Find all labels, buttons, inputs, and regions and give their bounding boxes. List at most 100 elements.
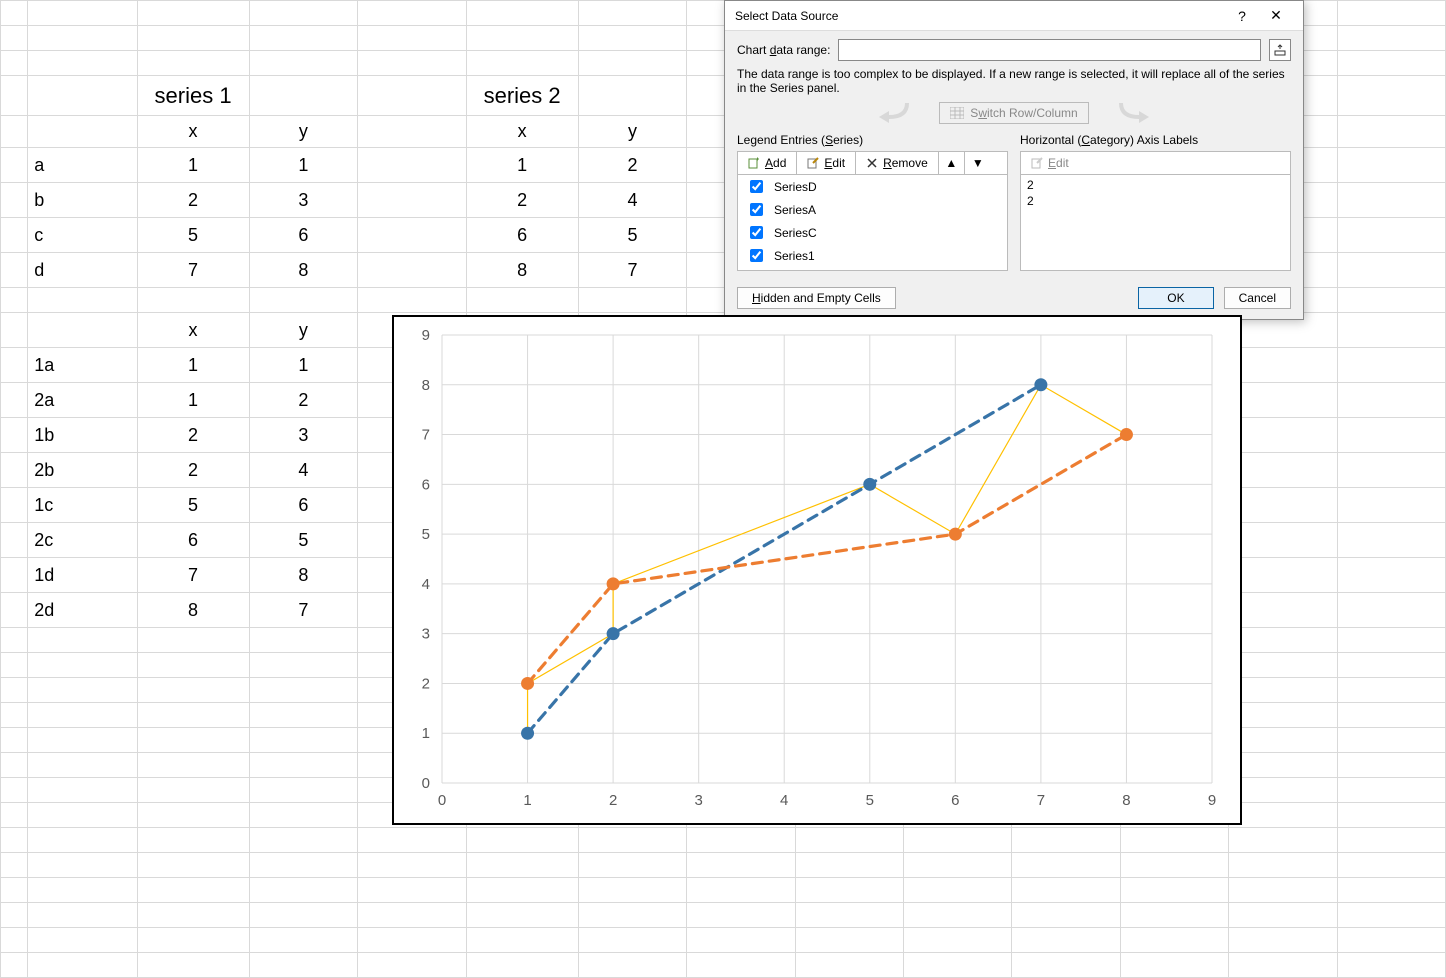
cell[interactable] bbox=[1120, 953, 1228, 978]
cell[interactable] bbox=[1, 51, 28, 76]
cell[interactable] bbox=[28, 728, 137, 753]
cell[interactable] bbox=[1, 1, 28, 26]
cell[interactable] bbox=[1229, 703, 1337, 728]
add-series-button[interactable]: Add bbox=[738, 152, 797, 174]
cell[interactable] bbox=[1229, 678, 1337, 703]
cell[interactable] bbox=[249, 753, 358, 778]
cell[interactable] bbox=[795, 953, 903, 978]
cell[interactable] bbox=[137, 753, 249, 778]
cell[interactable] bbox=[249, 703, 358, 728]
cell[interactable] bbox=[28, 878, 137, 903]
series-item[interactable]: SeriesA bbox=[738, 198, 1007, 221]
cell[interactable] bbox=[358, 51, 466, 76]
cell[interactable] bbox=[1, 953, 28, 978]
cell[interactable] bbox=[28, 953, 137, 978]
series-checkbox[interactable] bbox=[750, 180, 763, 193]
cell[interactable]: 8 bbox=[249, 253, 358, 288]
cell[interactable] bbox=[1337, 558, 1445, 593]
cell[interactable] bbox=[1, 628, 28, 653]
cell[interactable] bbox=[137, 728, 249, 753]
cell[interactable] bbox=[1229, 558, 1337, 593]
series-item[interactable]: SeriesD bbox=[738, 175, 1007, 198]
cell[interactable] bbox=[1, 148, 28, 183]
cell[interactable]: y bbox=[249, 116, 358, 148]
cell[interactable] bbox=[1337, 253, 1445, 288]
cell[interactable] bbox=[904, 903, 1012, 928]
cell[interactable] bbox=[1337, 383, 1445, 418]
cell[interactable]: 2d bbox=[28, 593, 137, 628]
cell[interactable] bbox=[1, 593, 28, 628]
cell[interactable] bbox=[249, 953, 358, 978]
cell[interactable]: x bbox=[137, 116, 249, 148]
cell[interactable] bbox=[1337, 418, 1445, 453]
cell[interactable] bbox=[249, 288, 358, 313]
cell[interactable] bbox=[1337, 148, 1445, 183]
cell[interactable] bbox=[1229, 628, 1337, 653]
cell[interactable] bbox=[1120, 853, 1228, 878]
cell[interactable] bbox=[249, 903, 358, 928]
cancel-button[interactable]: Cancel bbox=[1224, 287, 1291, 309]
cell[interactable] bbox=[1337, 453, 1445, 488]
cell[interactable]: 2c bbox=[28, 523, 137, 558]
cell[interactable]: x bbox=[466, 116, 578, 148]
cell[interactable] bbox=[249, 628, 358, 653]
cell[interactable] bbox=[1, 803, 28, 828]
cell[interactable] bbox=[358, 928, 466, 953]
cell[interactable] bbox=[137, 878, 249, 903]
remove-series-button[interactable]: Remove bbox=[856, 152, 939, 174]
cell[interactable] bbox=[1337, 116, 1445, 148]
cell[interactable] bbox=[28, 26, 137, 51]
cell[interactable] bbox=[1, 753, 28, 778]
category-item[interactable]: 2 bbox=[1027, 177, 1284, 193]
cell[interactable] bbox=[904, 828, 1012, 853]
cell[interactable] bbox=[137, 628, 249, 653]
cell[interactable] bbox=[1, 523, 28, 558]
cell[interactable] bbox=[1, 453, 28, 488]
cell[interactable] bbox=[1012, 853, 1120, 878]
cell[interactable] bbox=[466, 853, 578, 878]
cell[interactable] bbox=[1229, 488, 1337, 523]
cell[interactable] bbox=[687, 853, 795, 878]
cell[interactable] bbox=[249, 828, 358, 853]
cell[interactable] bbox=[578, 76, 687, 116]
cell[interactable] bbox=[1337, 1, 1445, 26]
cell[interactable] bbox=[1337, 288, 1445, 313]
cell[interactable] bbox=[358, 26, 466, 51]
cell[interactable] bbox=[249, 26, 358, 51]
cell[interactable] bbox=[249, 928, 358, 953]
cell[interactable] bbox=[578, 288, 687, 313]
cell[interactable]: 1b bbox=[28, 418, 137, 453]
cell[interactable] bbox=[1229, 828, 1337, 853]
cell[interactable]: 7 bbox=[578, 253, 687, 288]
cell[interactable] bbox=[1337, 26, 1445, 51]
hidden-empty-cells-button[interactable]: Hidden and Empty Cells bbox=[737, 287, 896, 309]
cell[interactable] bbox=[358, 828, 466, 853]
cell[interactable] bbox=[28, 928, 137, 953]
ok-button[interactable]: OK bbox=[1138, 287, 1213, 309]
cell[interactable] bbox=[28, 76, 137, 116]
cell[interactable] bbox=[1, 253, 28, 288]
cell[interactable]: 1 bbox=[137, 348, 249, 383]
cell[interactable] bbox=[1012, 928, 1120, 953]
cell[interactable] bbox=[795, 853, 903, 878]
cell[interactable] bbox=[1, 853, 28, 878]
series-item[interactable]: SeriesC bbox=[738, 221, 1007, 244]
cell[interactable] bbox=[249, 778, 358, 803]
cell[interactable]: 7 bbox=[137, 558, 249, 593]
cell[interactable]: 5 bbox=[137, 218, 249, 253]
cell[interactable] bbox=[1120, 928, 1228, 953]
cell[interactable] bbox=[1337, 878, 1445, 903]
cell[interactable] bbox=[358, 953, 466, 978]
cell[interactable] bbox=[1337, 803, 1445, 828]
cell[interactable] bbox=[578, 928, 687, 953]
cell[interactable] bbox=[1, 878, 28, 903]
cell[interactable] bbox=[28, 853, 137, 878]
cell[interactable] bbox=[904, 878, 1012, 903]
cell[interactable] bbox=[1337, 488, 1445, 523]
cell[interactable] bbox=[687, 953, 795, 978]
cell[interactable] bbox=[249, 653, 358, 678]
cell[interactable] bbox=[28, 116, 137, 148]
cell[interactable] bbox=[137, 653, 249, 678]
cell[interactable] bbox=[137, 803, 249, 828]
cell[interactable] bbox=[1337, 778, 1445, 803]
